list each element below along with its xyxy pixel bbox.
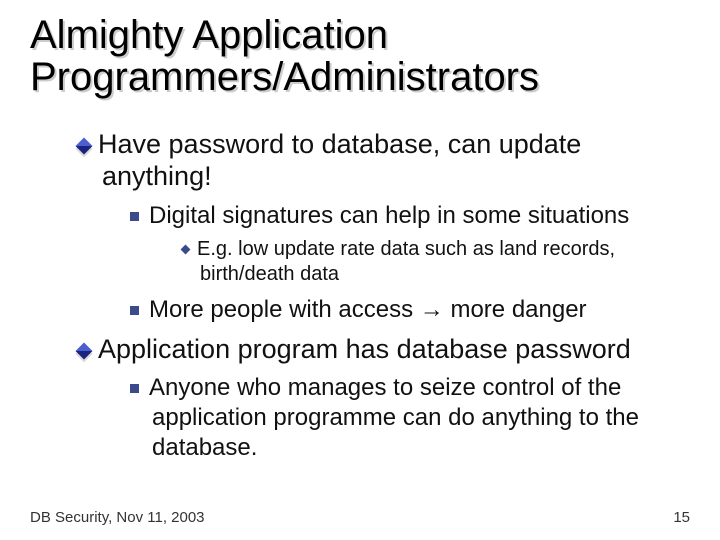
bullet-text-post: more danger: [444, 296, 587, 323]
diamond-icon: [76, 342, 93, 359]
diamond-icon: [76, 137, 93, 154]
bullet-text: Have password to database, can update an…: [98, 129, 581, 191]
bullet-lvl2: Digital signatures can help in some situ…: [130, 201, 690, 231]
square-icon: [130, 212, 139, 221]
footer-page-number: 15: [673, 509, 690, 526]
page-title: Almighty Application Programmers/Adminis…: [30, 14, 690, 98]
bullet-lvl2: Anyone who manages to seize control of t…: [130, 373, 690, 463]
small-diamond-icon: [181, 245, 191, 255]
square-icon: [130, 306, 139, 315]
bullet-lvl1: Have password to database, can update an…: [78, 128, 690, 193]
bullet-text: Anyone who manages to seize control of t…: [149, 374, 639, 461]
bullet-text: Digital signatures can help in some situ…: [149, 202, 629, 229]
bullet-lvl3: E.g. low update rate data such as land r…: [182, 237, 690, 287]
bullet-text: E.g. low update rate data such as land r…: [197, 238, 615, 285]
slide: Almighty Application Programmers/Adminis…: [0, 0, 720, 540]
arrow-icon: →: [420, 296, 444, 323]
bullet-text: Application program has database passwor…: [98, 334, 631, 364]
square-icon: [130, 384, 139, 393]
bullet-lvl2: More people with access → more danger: [130, 295, 690, 325]
footer-left: DB Security, Nov 11, 2003: [30, 509, 205, 526]
bullet-lvl1: Application program has database passwor…: [78, 333, 690, 365]
bullet-text-pre: More people with access: [149, 296, 420, 323]
